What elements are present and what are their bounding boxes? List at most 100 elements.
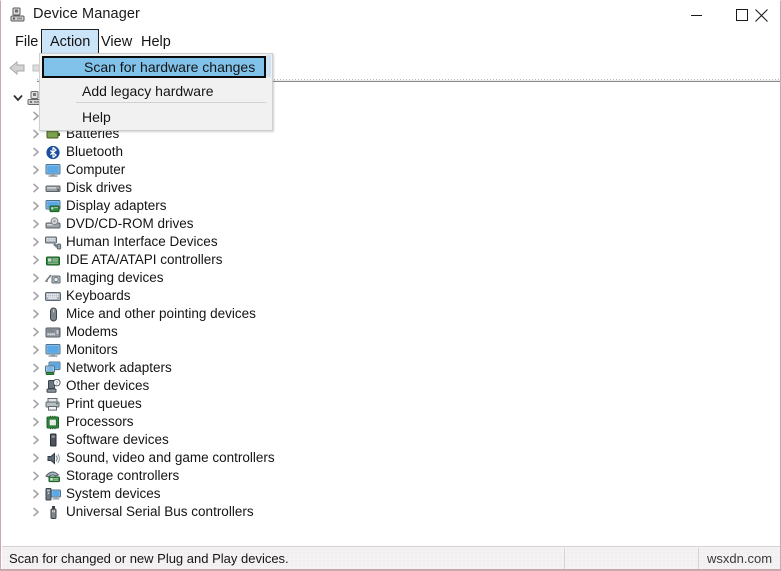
monitor-icon [44, 342, 62, 358]
chevron-right-icon [33, 453, 40, 463]
status-message: Scan for changed or new Plug and Play de… [9, 551, 289, 566]
chevron-right-icon [33, 327, 40, 337]
tree-item-label: Mice and other pointing devices [66, 306, 256, 321]
tree-item-label: Sound, video and game controllers [66, 450, 275, 465]
tree-item[interactable]: Sound, video and game controllers [28, 449, 275, 467]
hid-icon [44, 236, 61, 249]
device-manager-icon [10, 7, 27, 23]
tree-expander[interactable] [10, 89, 26, 107]
tree-item[interactable]: Disk drives [28, 179, 132, 197]
tree-item[interactable]: Keyboards [28, 287, 131, 305]
tree-item[interactable]: Computer [28, 161, 125, 179]
minimize-button[interactable] [673, 1, 719, 29]
menu-help[interactable]: Help [133, 29, 179, 55]
keyboard-icon [44, 288, 62, 304]
hid-icon [44, 234, 62, 250]
tree-expander[interactable] [28, 341, 44, 359]
tree-item-label: Software devices [66, 432, 169, 447]
tree-item-label: System devices [66, 486, 161, 501]
tree-item-label: Imaging devices [66, 270, 164, 285]
imaging-icon [44, 270, 62, 286]
chevron-right-icon [33, 165, 40, 175]
tree-expander[interactable] [28, 431, 44, 449]
tree-expander[interactable] [28, 269, 44, 287]
tree-item[interactable]: ? Other devices [28, 377, 149, 395]
software-device-icon [49, 433, 56, 446]
storage-controller-icon [44, 468, 62, 484]
menu-item-add-legacy-hardware[interactable]: Add legacy hardware [40, 80, 272, 102]
tree-expander[interactable] [28, 359, 44, 377]
speaker-icon [44, 450, 62, 466]
printer-icon [44, 396, 62, 412]
menu-item-scan-for-hardware-changes[interactable]: Scan for hardware changes [42, 56, 266, 78]
tree-item[interactable]: DVD/CD-ROM drives [28, 215, 194, 233]
tree-expander[interactable] [28, 143, 44, 161]
chevron-right-icon [33, 309, 40, 319]
system-device-icon [44, 486, 62, 502]
modem-icon [44, 324, 62, 340]
tree-item[interactable]: Human Interface Devices [28, 233, 218, 251]
tree-item-label: Human Interface Devices [66, 234, 218, 249]
tree-expander[interactable] [28, 305, 44, 323]
menu-item-label: Add legacy hardware [82, 83, 214, 99]
tree-expander[interactable] [28, 323, 44, 341]
chevron-down-icon [13, 95, 23, 102]
menu-item-help[interactable]: Help [40, 106, 272, 128]
tree-item[interactable]: Mice and other pointing devices [28, 305, 256, 323]
menu-action[interactable]: Action [41, 29, 100, 55]
minimize-icon [690, 14, 702, 16]
tree-item[interactable]: Bluetooth [28, 143, 123, 161]
tree-item-label: Display adapters [66, 198, 167, 213]
tree-expander[interactable] [28, 197, 44, 215]
tree-item-label: Modems [66, 324, 118, 339]
tree-item[interactable]: Universal Serial Bus controllers [28, 503, 254, 521]
tree-item-label: Processors [66, 414, 134, 429]
tree-item[interactable]: Processors [28, 413, 134, 431]
storage-controller-icon [44, 471, 60, 482]
chevron-right-icon [33, 507, 40, 517]
tree-item[interactable]: Monitors [28, 341, 118, 359]
tree-item-label: Other devices [66, 378, 150, 393]
tree-expander[interactable] [28, 215, 44, 233]
status-bar: Scan for changed or new Plug and Play de… [2, 546, 780, 569]
tree-expander[interactable] [28, 413, 44, 431]
tree-expander[interactable] [28, 467, 44, 485]
back-arrow-icon[interactable] [7, 59, 29, 77]
tree-item[interactable]: Storage controllers [28, 467, 179, 485]
tree-expander[interactable] [28, 251, 44, 269]
tree-item[interactable]: Print queues [28, 395, 142, 413]
display-adapter-icon [45, 199, 60, 212]
tree-item[interactable]: Software devices [28, 431, 169, 449]
tree-item[interactable]: System devices [28, 485, 161, 503]
tree-expander[interactable] [28, 287, 44, 305]
tree-item[interactable]: Display adapters [28, 197, 167, 215]
menu-edge-accent [266, 55, 271, 77]
optical-drive-icon [44, 216, 62, 232]
monitor-icon [44, 162, 62, 178]
tree-expander[interactable] [28, 179, 44, 197]
tree-item-label: Network adapters [66, 360, 172, 375]
tree-expander[interactable] [28, 395, 44, 413]
tree-item-label: Bluetooth [66, 144, 124, 159]
tree-expander[interactable] [28, 485, 44, 503]
tree-expander[interactable] [28, 161, 44, 179]
tree-item[interactable]: IDE ATA/ATAPI controllers [28, 251, 223, 269]
chevron-right-icon [33, 471, 40, 481]
network-adapter-icon [44, 361, 60, 375]
menu-item-label: Scan for hardware changes [84, 59, 256, 75]
device-tree-pane[interactable]: DESKTOPAudio inputs and outputsBatteries… [2, 83, 780, 544]
tree-item[interactable]: Network adapters [28, 359, 172, 377]
close-button[interactable] [741, 1, 780, 29]
tree-item[interactable]: Modems [28, 323, 118, 341]
status-divider [698, 548, 699, 569]
tree-item[interactable]: Imaging devices [28, 269, 164, 287]
tree-expander[interactable] [28, 449, 44, 467]
watermark: wsxdn.com [707, 551, 773, 566]
usb-icon [44, 504, 62, 520]
menu-separator [76, 102, 266, 103]
tree-expander[interactable] [28, 503, 44, 521]
bluetooth-icon [44, 144, 62, 160]
tree-expander[interactable] [28, 233, 44, 251]
tree-expander[interactable] [28, 377, 44, 395]
menu-bar: File Action View Help [1, 29, 780, 55]
